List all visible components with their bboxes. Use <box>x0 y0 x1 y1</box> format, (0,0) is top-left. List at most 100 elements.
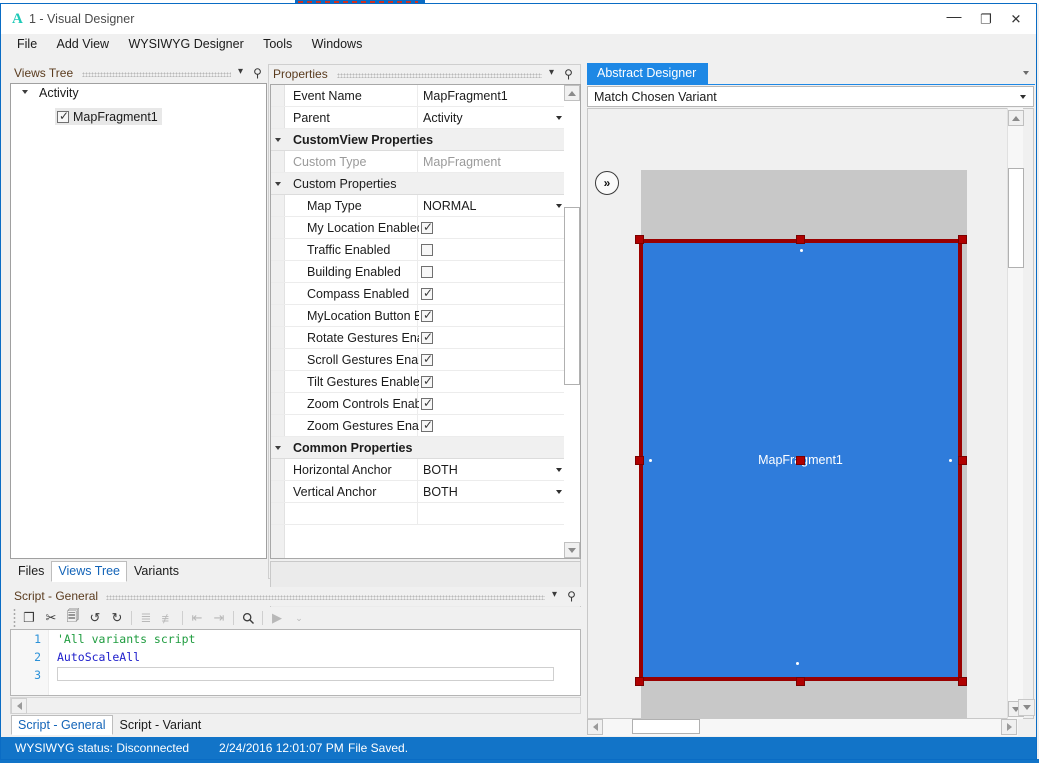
chevron-down-icon[interactable] <box>556 116 562 120</box>
property-checkbox[interactable] <box>421 308 434 322</box>
undo-icon[interactable]: ↺ <box>84 608 106 628</box>
properties-grid[interactable]: Event Name MapFragment1 Parent Activity … <box>270 84 581 559</box>
chevron-expand-icon[interactable] <box>22 90 28 94</box>
resize-handle-top-left[interactable] <box>635 235 644 244</box>
property-checkbox[interactable] <box>421 352 434 366</box>
editor-horizontal-scrollbar[interactable] <box>10 697 581 714</box>
property-category-custom-properties[interactable]: Custom Properties <box>271 173 580 195</box>
property-row-my-location-enabled[interactable]: My Location Enabled <box>271 217 580 239</box>
properties-grip[interactable] <box>337 73 542 78</box>
variant-selector-dropdown[interactable]: Match Chosen Variant <box>587 86 1034 107</box>
menu-file[interactable]: File <box>9 34 45 54</box>
minimize-button[interactable]: — <box>938 4 970 33</box>
property-row-horizontal-anchor[interactable]: Horizontal Anchor BOTH <box>271 459 580 481</box>
views-tree-grip[interactable] <box>82 72 231 77</box>
resize-handle-bottom-right[interactable] <box>958 677 967 686</box>
outdent-icon[interactable]: ⇤ <box>186 608 208 628</box>
toolbar-drag-handle[interactable] <box>10 608 18 628</box>
property-checkbox[interactable] <box>421 330 434 344</box>
chevron-expand-icon[interactable] <box>275 138 281 142</box>
property-row-partial[interactable] <box>271 503 580 525</box>
resize-handle-middle-right[interactable] <box>958 456 967 465</box>
scroll-right-button[interactable] <box>1001 719 1017 735</box>
property-value[interactable]: BOTH <box>423 485 458 499</box>
designer-vertical-scrollbar[interactable] <box>1007 108 1024 719</box>
property-value[interactable]: NORMAL <box>423 199 476 213</box>
tab-script-variant[interactable]: Script - Variant <box>113 715 209 735</box>
property-checkbox[interactable] <box>421 396 434 410</box>
property-checkbox[interactable] <box>421 265 433 278</box>
cut-icon[interactable]: ✂ <box>40 608 62 628</box>
menu-tools[interactable]: Tools <box>255 34 300 54</box>
chevron-down-icon[interactable] <box>556 468 562 472</box>
resize-handle-center[interactable] <box>796 456 805 465</box>
scrollbar-thumb[interactable] <box>632 719 700 734</box>
scrollbar-thumb[interactable] <box>1008 168 1024 268</box>
uncomment-icon[interactable]: ≢ <box>157 608 179 628</box>
property-row-tilt-gestures-enabled[interactable]: Tilt Gestures Enabled <box>271 371 580 393</box>
property-checkbox[interactable] <box>421 286 434 300</box>
pin-icon[interactable]: ⚲ <box>251 66 264 80</box>
property-checkbox[interactable] <box>421 243 433 256</box>
menu-add-view[interactable]: Add View <box>49 34 118 54</box>
menu-wysiwyg-designer[interactable]: WYSIWYG Designer <box>120 34 251 54</box>
expand-panel-button[interactable]: » <box>595 171 619 195</box>
maximize-button[interactable]: ❐ <box>970 4 1002 33</box>
indent-icon[interactable]: ⇥ <box>208 608 230 628</box>
chevron-expand-icon[interactable] <box>275 446 281 450</box>
redo-icon[interactable]: ↻ <box>106 608 128 628</box>
close-button[interactable]: ✕ <box>1000 4 1032 33</box>
resize-handle-top-right[interactable] <box>958 235 967 244</box>
tab-views-tree[interactable]: Views Tree <box>51 561 128 582</box>
chevron-down-icon[interactable] <box>1023 71 1029 75</box>
chevron-down-icon[interactable]: ▾ <box>545 67 558 81</box>
mapfragment1-checkbox[interactable] <box>57 109 70 123</box>
chevron-down-icon[interactable] <box>556 204 562 208</box>
property-row-event-name[interactable]: Event Name MapFragment1 <box>271 85 580 107</box>
property-row-compass-enabled[interactable]: Compass Enabled <box>271 283 580 305</box>
tab-variants[interactable]: Variants <box>127 561 186 582</box>
property-row-zoom-controls-enabled[interactable]: Zoom Controls Enabled <box>271 393 580 415</box>
menu-windows[interactable]: Windows <box>304 34 371 54</box>
chevron-expand-icon[interactable] <box>275 182 281 186</box>
comment-icon[interactable]: ≣ <box>135 608 157 628</box>
designer-horizontal-scrollbar[interactable] <box>587 719 1018 736</box>
resize-handle-bottom-center[interactable] <box>796 677 805 686</box>
tree-row-mapfragment1[interactable]: MapFragment1 <box>55 108 162 125</box>
script-editor[interactable]: 1 'All variants script 2 AutoScaleAll 3 <box>10 629 581 696</box>
property-row-building-enabled[interactable]: Building Enabled <box>271 261 580 283</box>
property-row-zoom-gestures-enabled[interactable]: Zoom Gestures Enabled <box>271 415 580 437</box>
designer-canvas[interactable]: » MapFragment1 <box>587 108 1034 719</box>
tab-files[interactable]: Files <box>11 561 51 582</box>
chevron-down-icon[interactable]: ▾ <box>234 66 247 80</box>
toolbar-overflow-icon[interactable]: ⌄ <box>288 608 310 628</box>
tree-row-activity[interactable]: Activity <box>11 84 266 103</box>
property-checkbox[interactable] <box>421 374 434 388</box>
script-input-field[interactable] <box>57 667 554 681</box>
editor-line-1[interactable]: 1 'All variants script <box>11 630 580 648</box>
pin-icon[interactable]: ⚲ <box>565 589 578 603</box>
pin-icon[interactable]: ⚲ <box>562 67 575 81</box>
run-icon[interactable]: ▶ <box>266 608 288 628</box>
property-category-customview[interactable]: CustomView Properties <box>271 129 580 151</box>
property-row-parent[interactable]: Parent Activity <box>271 107 580 129</box>
scroll-down-button[interactable] <box>564 542 580 558</box>
views-tree-box[interactable]: Activity MapFragment1 <box>10 83 267 559</box>
editor-line-2[interactable]: 2 AutoScaleAll <box>11 648 580 666</box>
property-checkbox[interactable] <box>421 220 434 234</box>
scroll-up-button[interactable] <box>564 85 580 101</box>
property-value[interactable]: MapFragment1 <box>423 89 508 103</box>
property-row-mylocation-button-enabled[interactable]: MyLocation Button Enabled <box>271 305 580 327</box>
search-icon[interactable] <box>237 608 259 628</box>
property-checkbox[interactable] <box>421 418 434 432</box>
scroll-left-button[interactable] <box>587 719 603 735</box>
property-row-vertical-anchor[interactable]: Vertical Anchor BOTH <box>271 481 580 503</box>
resize-handle-bottom-left[interactable] <box>635 677 644 686</box>
chevron-down-icon[interactable] <box>556 490 562 494</box>
paste-icon[interactable]: 🗐 <box>62 608 84 628</box>
property-value[interactable]: BOTH <box>423 463 458 477</box>
property-value[interactable]: Activity <box>423 111 463 125</box>
chevron-down-icon[interactable]: ▾ <box>548 589 561 603</box>
designer-overflow-button[interactable] <box>1018 699 1035 716</box>
scroll-left-button[interactable] <box>11 698 27 714</box>
